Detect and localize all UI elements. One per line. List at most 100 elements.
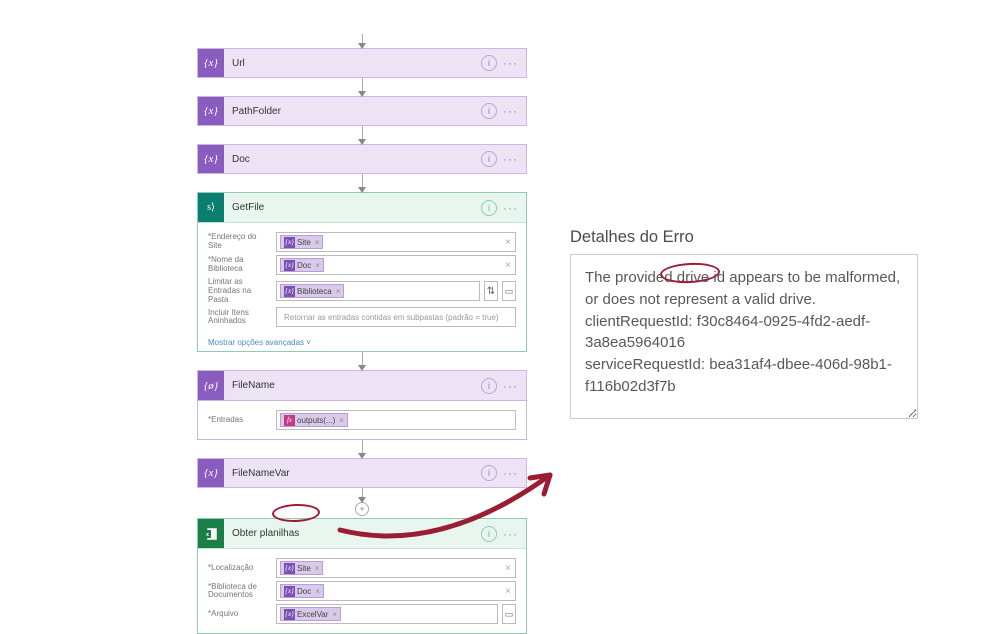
field-label-nested: Incluir Itens Aninhados [208, 309, 272, 327]
sharepoint-icon: s⟩ [198, 193, 224, 222]
add-step-icon[interactable]: + [355, 502, 369, 516]
variable-icon: {x} [284, 609, 295, 620]
folder-picker-icon[interactable]: ▭ [502, 604, 516, 624]
field-label-loc: *Localização [208, 564, 272, 573]
connector-arrow [362, 78, 363, 96]
menu-icon[interactable]: ··· [503, 379, 526, 393]
input-lib[interactable]: {x}Doc× × [276, 255, 516, 275]
step-doc[interactable]: {x} Doc i ··· [197, 144, 527, 174]
variable-icon: {x} [284, 260, 295, 271]
info-icon[interactable]: i [481, 151, 497, 167]
fx-icon: fx [284, 415, 295, 426]
connector-arrow [362, 440, 363, 458]
flow-column: {x} Url i ··· {x} PathFolder i ··· {x} D… [197, 34, 527, 634]
card-header[interactable]: x Obter planilhas i ··· [198, 519, 526, 549]
step-filenamevar[interactable]: {x} FileNameVar i ··· [197, 458, 527, 488]
variable-icon: {x} [198, 97, 224, 125]
step-pathfolder[interactable]: {x} PathFolder i ··· [197, 96, 527, 126]
connector-arrow [362, 488, 363, 502]
step-title: Doc [224, 154, 481, 165]
error-heading: Detalhes do Erro [570, 228, 694, 247]
card-filename: {ø} FileName i ··· *Entradas fxoutputs(.… [197, 370, 527, 440]
field-label-entradas: *Entradas [208, 416, 272, 425]
card-title: Obter planilhas [224, 528, 481, 539]
menu-icon[interactable]: ··· [503, 201, 526, 215]
card-body: *Endereço do Site {x}Site× × *Nome da Bi… [198, 223, 526, 336]
step-url[interactable]: {x} Url i ··· [197, 48, 527, 78]
field-label-lib: *Nome da Biblioteca [208, 256, 272, 274]
card-header[interactable]: {ø} FileName i ··· [198, 371, 526, 401]
info-icon[interactable]: i [481, 378, 497, 394]
info-icon[interactable]: i [481, 526, 497, 542]
show-advanced-link[interactable]: Mostrar opções avançadas ˅ [198, 336, 526, 351]
menu-icon[interactable]: ··· [503, 466, 526, 480]
field-label-site: *Endereço do Site [208, 233, 272, 251]
error-panel: The provided drive id appears to be malf… [570, 254, 918, 419]
info-icon[interactable]: i [481, 103, 497, 119]
variable-icon: {x} [198, 49, 224, 77]
menu-icon[interactable]: ··· [503, 104, 526, 118]
step-title: PathFolder [224, 106, 481, 117]
input-site[interactable]: {x}Site× × [276, 232, 516, 252]
token-outputs[interactable]: fxoutputs(...)× [280, 413, 348, 427]
card-obter-planilhas: x Obter planilhas i ··· *Localização {x}… [197, 518, 527, 634]
placeholder-text: Retornar as entradas contidas em subpast… [280, 313, 503, 322]
token-doc[interactable]: {x}Doc× [280, 584, 324, 598]
info-icon[interactable]: i [481, 55, 497, 71]
card-title: FileName [224, 380, 481, 391]
token-site[interactable]: {x}Site× [280, 235, 323, 249]
sort-icon[interactable] [484, 281, 498, 301]
input-entradas[interactable]: fxoutputs(...)× [276, 410, 516, 430]
menu-icon[interactable]: ··· [503, 56, 526, 70]
step-title: Url [224, 58, 481, 69]
clear-icon[interactable]: × [505, 260, 511, 271]
menu-icon[interactable]: ··· [503, 152, 526, 166]
variable-icon: {x} [284, 237, 295, 248]
close-icon[interactable]: × [339, 416, 344, 425]
info-icon[interactable]: i [481, 465, 497, 481]
connector-arrow [362, 34, 363, 48]
close-icon[interactable]: × [332, 610, 337, 619]
token-site[interactable]: {x}Site× [280, 561, 323, 575]
card-title: GetFile [224, 202, 481, 213]
clear-icon[interactable]: × [505, 563, 511, 574]
info-icon[interactable]: i [481, 200, 497, 216]
card-header[interactable]: s⟩ GetFile i ··· [198, 193, 526, 223]
variable-icon: {x} [284, 563, 295, 574]
excel-icon: x [198, 519, 224, 548]
step-title: FileNameVar [224, 468, 481, 479]
variable-icon: {x} [198, 145, 224, 173]
input-nested[interactable]: Retornar as entradas contidas em subpast… [276, 307, 516, 327]
svg-text:x: x [206, 532, 209, 538]
field-label-arquivo: *Arquivo [208, 610, 272, 619]
close-icon[interactable]: × [336, 287, 341, 296]
clear-icon[interactable]: × [505, 586, 511, 597]
variable-icon: {x} [284, 586, 295, 597]
folder-picker-icon[interactable]: ▭ [502, 281, 516, 301]
close-icon[interactable]: × [315, 564, 320, 573]
error-text: appears to be [725, 269, 821, 286]
error-text: The provided [585, 269, 677, 286]
input-biblioteca[interactable]: {x}Doc× × [276, 581, 516, 601]
variable-icon: {x} [198, 459, 224, 487]
menu-icon[interactable]: ··· [503, 527, 526, 541]
token-doc[interactable]: {x}Doc× [280, 258, 324, 272]
token-biblioteca[interactable]: {x}Biblioteca× [280, 284, 344, 298]
card-getfile: s⟩ GetFile i ··· *Endereço do Site {x}Si… [197, 192, 527, 352]
input-limit[interactable]: {x}Biblioteca× [276, 281, 480, 301]
variable-icon: {x} [284, 286, 295, 297]
connector-arrow [362, 352, 363, 370]
resize-grip-icon[interactable]: ⋰ [905, 406, 915, 416]
token-excelvar[interactable]: {x}ExcelVar× [280, 607, 341, 621]
error-text: clientRequestId: f30c8464-0925-4fd2-aedf… [585, 313, 870, 352]
close-icon[interactable]: × [315, 587, 320, 596]
error-text: serviceRequestId: bea31af4-dbee-406d-98b… [585, 356, 892, 395]
clear-icon[interactable]: × [505, 237, 511, 248]
field-label-limit: Limitar as Entradas na Pasta [208, 278, 272, 304]
data-op-icon: {ø} [198, 371, 224, 400]
connector-arrow [362, 174, 363, 192]
input-arquivo[interactable]: {x}ExcelVar× [276, 604, 498, 624]
close-icon[interactable]: × [315, 238, 320, 247]
close-icon[interactable]: × [315, 261, 320, 270]
input-localizacao[interactable]: {x}Site× × [276, 558, 516, 578]
